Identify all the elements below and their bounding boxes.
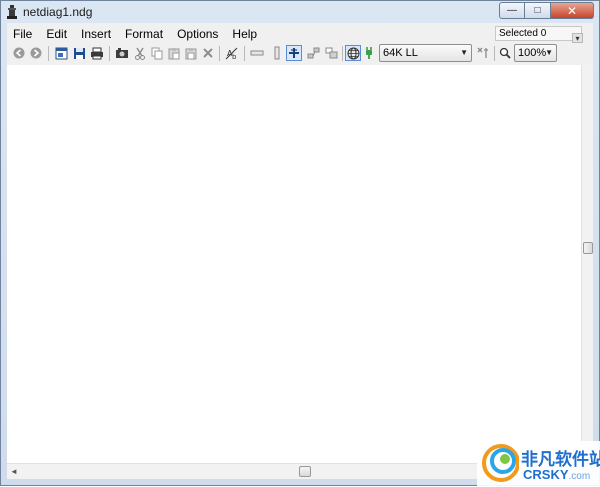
- selected-count: Selected 0: [495, 26, 582, 41]
- paste-special-icon[interactable]: [183, 45, 199, 61]
- menu-help[interactable]: Help: [225, 25, 264, 43]
- ungroup-icon[interactable]: [323, 45, 339, 61]
- toolbar-separator: [342, 46, 343, 61]
- watermark-site-name: CRSKY: [523, 467, 569, 482]
- group-icon[interactable]: [305, 45, 321, 61]
- menu-bar: File Edit Insert Format Options Help: [7, 25, 264, 43]
- print-icon[interactable]: [89, 45, 105, 61]
- scroll-left-arrow[interactable]: ◄: [10, 467, 18, 476]
- globe-icon[interactable]: [345, 45, 361, 61]
- properties-icon[interactable]: [114, 45, 130, 61]
- watermark-site-text: CRSKY.com: [523, 467, 590, 482]
- svg-text:b: b: [232, 53, 237, 60]
- crsky-logo-icon: [482, 444, 519, 482]
- link-speed-select[interactable]: 64K LL ▼: [379, 44, 472, 62]
- watermark-site-suffix: .com: [568, 471, 591, 482]
- paste-icon[interactable]: [166, 45, 182, 61]
- close-button[interactable]: ✕: [551, 2, 594, 19]
- toolbar-overflow-button[interactable]: ▾: [572, 33, 583, 43]
- window-title: netdiag1.ndg: [23, 5, 93, 19]
- app-icon: [7, 5, 17, 19]
- menu-file[interactable]: File: [7, 25, 39, 43]
- vertical-scrollbar[interactable]: [581, 65, 593, 463]
- save-icon[interactable]: [71, 45, 87, 61]
- toolbar-separator: [244, 46, 245, 61]
- diagram-canvas[interactable]: [7, 65, 581, 463]
- delete-icon[interactable]: [200, 45, 216, 61]
- vertical-scroll-thumb[interactable]: [583, 242, 593, 254]
- connector-icon[interactable]: [361, 45, 377, 61]
- zoom-select[interactable]: 100% ▼: [514, 44, 557, 62]
- forward-icon[interactable]: [28, 45, 44, 61]
- back-icon[interactable]: [11, 45, 27, 61]
- toolbar: Ab 64K LL ▼ 100% ▼: [9, 43, 593, 65]
- connect-tool-icon[interactable]: [286, 45, 302, 61]
- title-bar[interactable]: netdiag1.ndg — □ ✕: [1, 1, 599, 23]
- menu-options[interactable]: Options: [170, 25, 225, 43]
- vertical-link-icon[interactable]: [269, 45, 285, 61]
- menu-format[interactable]: Format: [118, 25, 170, 43]
- horizontal-scroll-thumb[interactable]: [299, 466, 311, 477]
- chevron-down-icon: ▼: [545, 48, 553, 57]
- caption-buttons: — □ ✕: [499, 2, 594, 20]
- maximize-button[interactable]: □: [525, 2, 551, 19]
- new-icon[interactable]: [53, 45, 69, 61]
- toolbar-separator: [109, 46, 110, 61]
- toolbar-separator: [48, 46, 49, 61]
- toolbar-separator: [219, 46, 220, 61]
- menu-and-toolbar: File Edit Insert Format Options Help Sel…: [7, 23, 593, 66]
- link-tool-icon[interactable]: [249, 45, 265, 61]
- app-window: netdiag1.ndg — □ ✕ File Edit Insert Form…: [0, 0, 600, 487]
- cut-icon[interactable]: [132, 45, 148, 61]
- menu-insert[interactable]: Insert: [74, 25, 118, 43]
- text-tool-icon[interactable]: Ab: [224, 45, 240, 61]
- zoom-value: 100%: [518, 47, 547, 59]
- link-speed-value: 64K LL: [383, 47, 418, 59]
- minimize-button[interactable]: —: [499, 2, 525, 19]
- zoom-icon[interactable]: [497, 45, 513, 61]
- menu-edit[interactable]: Edit: [39, 25, 74, 43]
- chevron-down-icon: ▼: [460, 48, 468, 57]
- site-watermark: 非凡软件站 CRSKY.com: [477, 441, 600, 487]
- copy-icon[interactable]: [149, 45, 165, 61]
- link-type-icon[interactable]: [476, 45, 492, 61]
- toolbar-separator: [494, 46, 495, 61]
